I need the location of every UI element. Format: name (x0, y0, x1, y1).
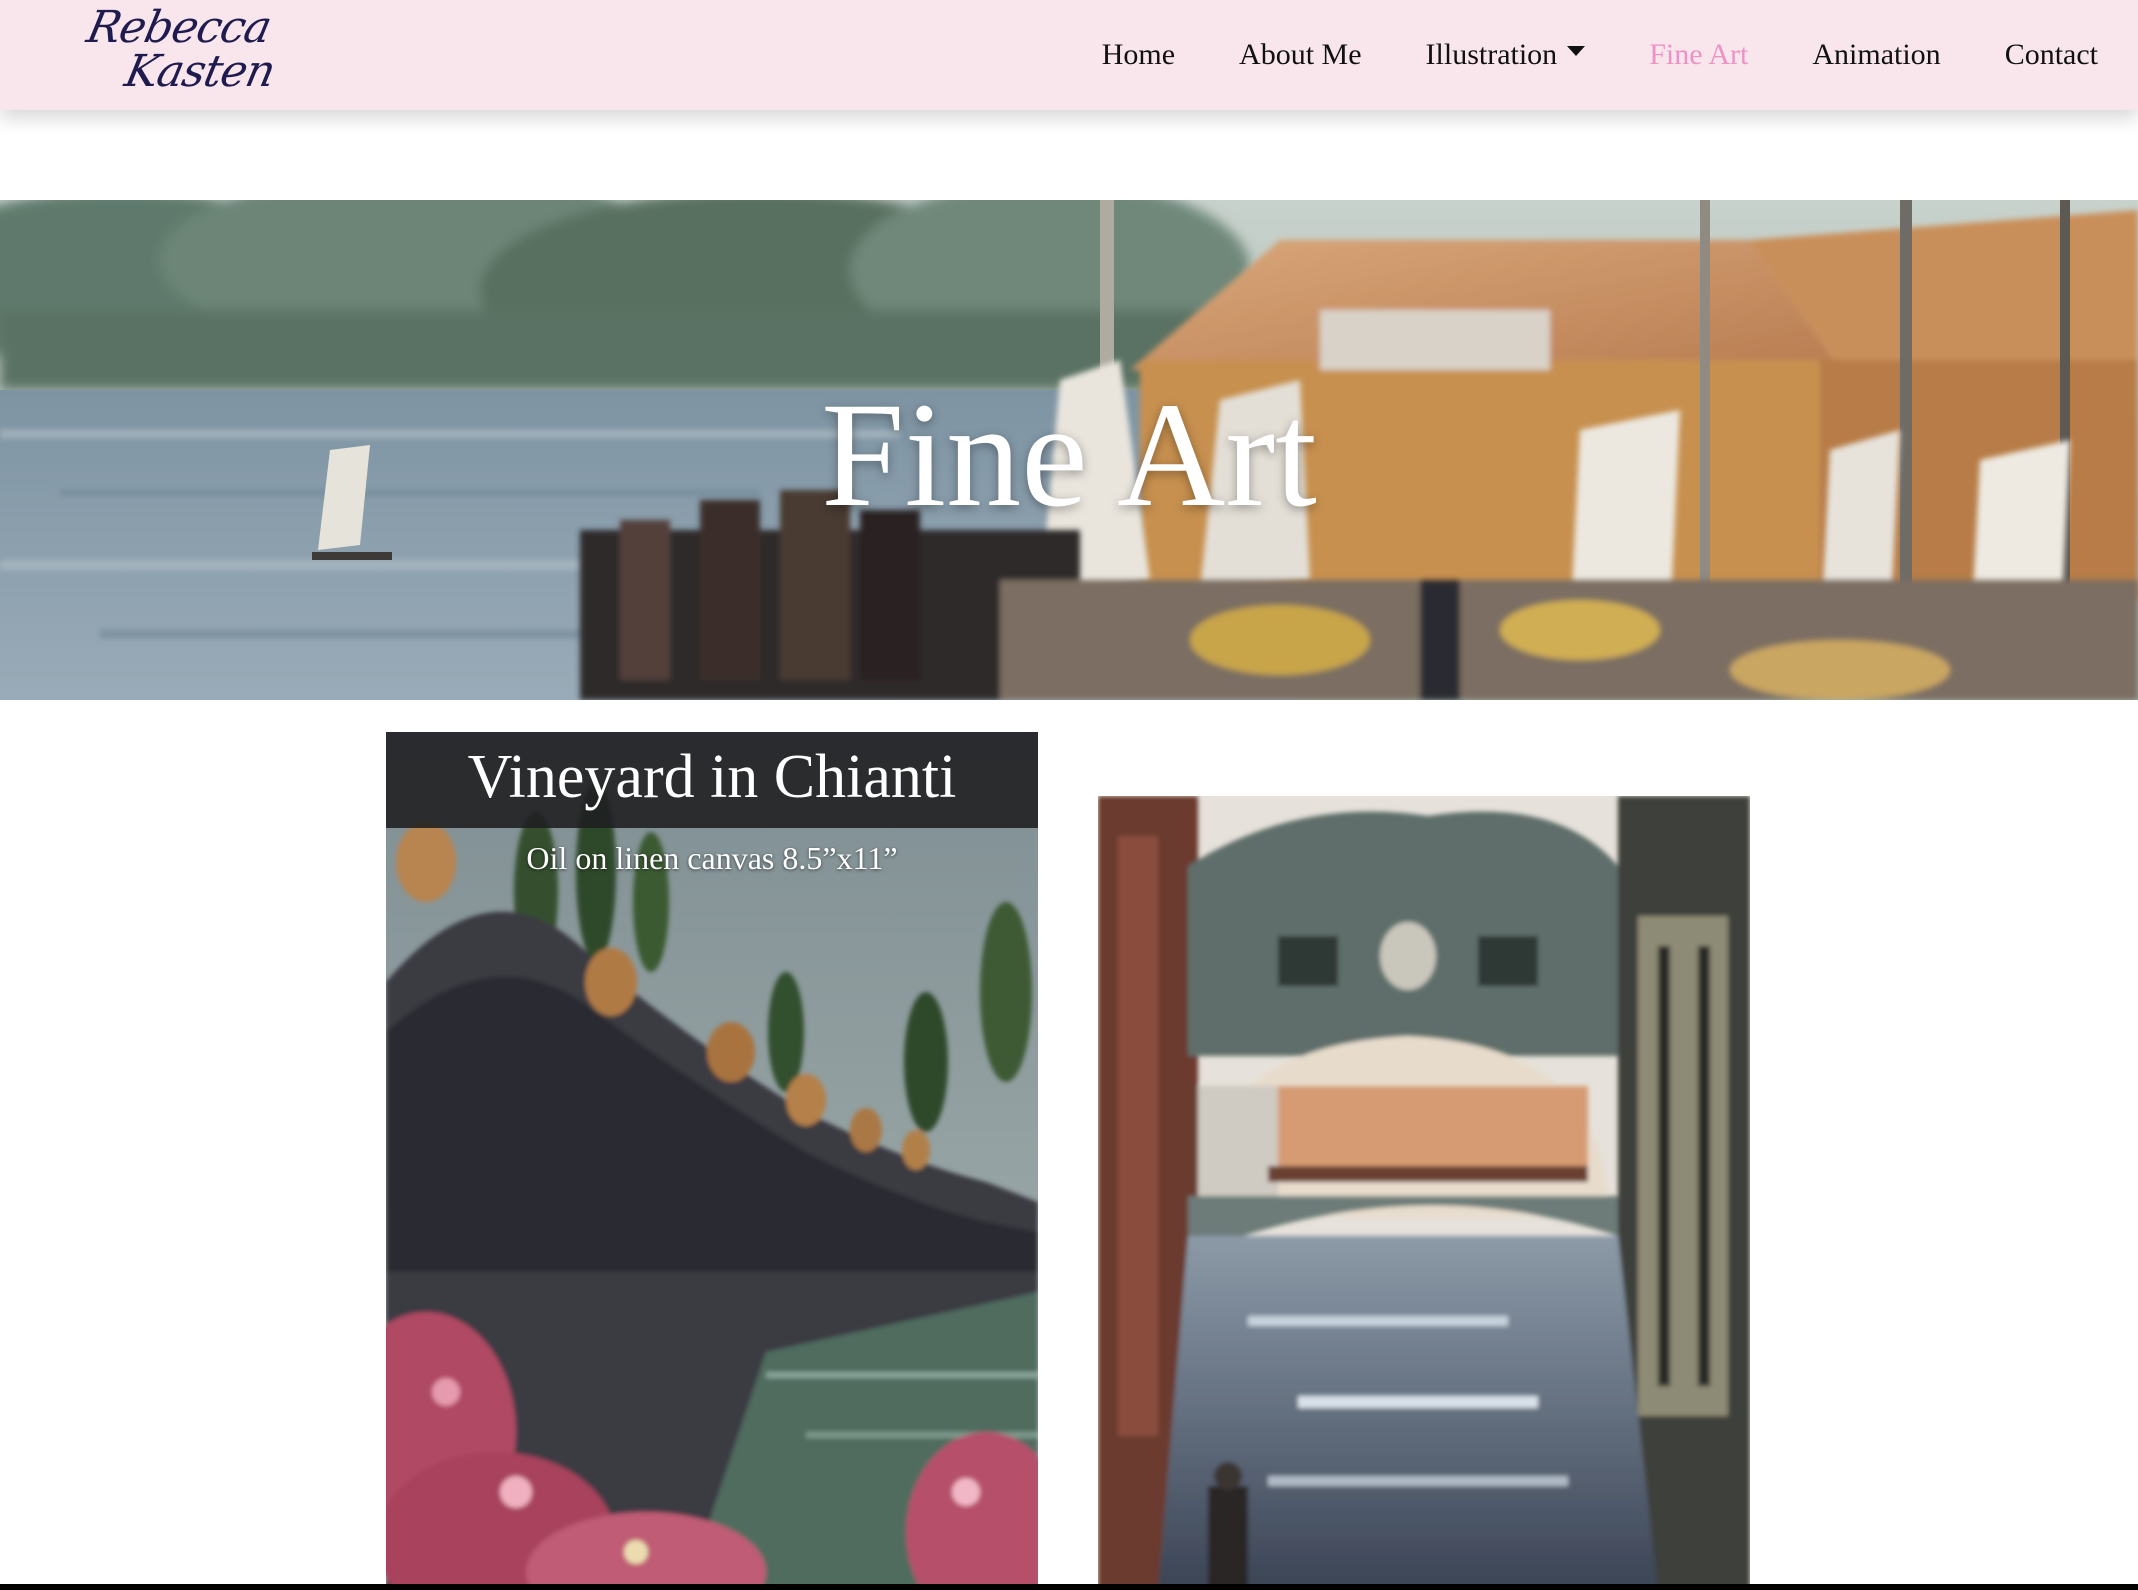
hero-banner: Fine Art (0, 200, 2138, 700)
artwork-image-bridge (1098, 796, 1750, 1590)
nav-illustration-dropdown[interactable]: Illustration (1426, 38, 1586, 72)
artwork-title: Vineyard in Chianti (467, 743, 957, 811)
navbar: Rebecca Kasten Home About Me Illustratio… (0, 0, 2138, 110)
logo-text-last: Kasten (120, 46, 280, 97)
nav-fine-art[interactable]: Fine Art (1649, 38, 1748, 72)
nav-illustration-label: Illustration (1425, 38, 1558, 71)
nav-contact[interactable]: Contact (2005, 38, 2098, 72)
nav-animation[interactable]: Animation (1812, 38, 1940, 72)
nav-home[interactable]: Home (1102, 38, 1175, 72)
site-logo[interactable]: Rebecca Kasten (60, 0, 280, 104)
artwork-card-vineyard[interactable]: Vineyard in Chianti Oil on linen canvas … (386, 732, 1038, 1590)
page-title: Fine Art (821, 372, 1317, 538)
nav-links: Home About Me Illustration Fine Art Anim… (1038, 30, 2098, 80)
caret-down-icon (1567, 46, 1586, 56)
nav-about[interactable]: About Me (1239, 38, 1362, 72)
page-bottom-edge (0, 1584, 2138, 1590)
artwork-medium: Oil on linen canvas 8.5”x11” (526, 840, 898, 876)
artwork-card-bridge[interactable] (1098, 796, 1750, 1590)
